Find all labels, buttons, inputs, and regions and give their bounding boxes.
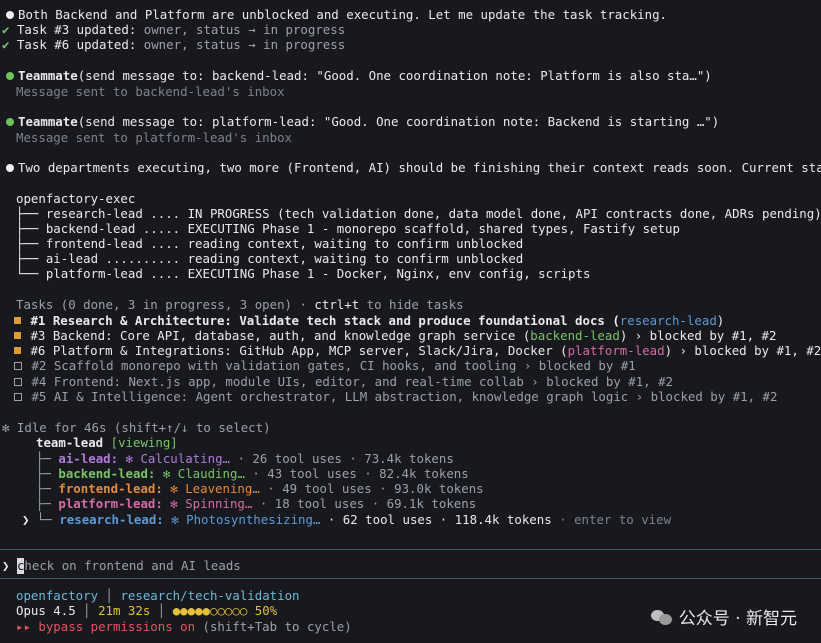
tree-item: └── platform-lead .... EXECUTING Phase 1… xyxy=(16,266,591,281)
teammate-call: Teammate(send message to: backend-lead: … xyxy=(2,68,712,84)
in-progress-icon xyxy=(14,347,21,354)
member-stats: · 43 tool uses · 82.4k tokens xyxy=(244,466,469,481)
member-name: frontend-lead: xyxy=(58,481,163,496)
member-status: ✻ Clauding… xyxy=(162,466,245,481)
bullet-icon xyxy=(6,10,14,19)
message-line: Two departments executing, two more (Fro… xyxy=(2,160,821,176)
team-lead-row[interactable]: team-lead [viewing] xyxy=(36,435,178,451)
tree-branch: ├─ xyxy=(36,481,59,496)
tree-root: openfactory-exec xyxy=(16,191,136,206)
member-status: ✻ Calculating… xyxy=(125,451,230,466)
member-status: ✻ Photosynthesizing… xyxy=(171,512,321,527)
team-member-row[interactable]: ├─ backend-lead: ✻ Clauding… · 43 tool u… xyxy=(36,466,469,482)
team-member-row[interactable]: ├─ frontend-lead: ✻ Leavening… · 49 tool… xyxy=(36,481,484,497)
message-line: Both Backend and Platform are unblocked … xyxy=(2,7,667,23)
task-item[interactable]: #2 Scaffold monorepo with validation gat… xyxy=(12,358,636,374)
prompt-input[interactable]: ❯ check on frontend and AI leads xyxy=(2,558,241,574)
in-progress-icon xyxy=(14,332,21,339)
tree-branch: └─ xyxy=(36,512,60,527)
tasks-header: Tasks (0 done, 3 in progress, 3 open) · … xyxy=(16,297,464,312)
member-status: ✻ Spinning… xyxy=(170,496,253,511)
open-task-icon xyxy=(14,392,22,401)
team-member-row[interactable]: ❯ └─ research-lead: ✻ Photosynthesizing…… xyxy=(22,512,671,528)
task-update-line: ✔ Task #3 updated: owner, status → in pr… xyxy=(2,22,346,37)
teammate-result: Message sent to backend-lead's inbox xyxy=(16,84,285,99)
status-dot-icon xyxy=(6,71,14,80)
fast-forward-icon: ▸▸ xyxy=(16,619,31,634)
bullet-icon xyxy=(6,163,14,172)
check-icon: ✔ xyxy=(2,22,10,37)
member-stats: · 18 tool uses · 69.1k tokens xyxy=(252,496,477,511)
watermark: 公众号 · 新智元 xyxy=(650,604,797,629)
permissions-line[interactable]: ▸▸ bypass permissions on (shift+Tab to c… xyxy=(16,619,352,635)
open-task-icon xyxy=(14,377,22,386)
member-name: research-lead: xyxy=(59,512,164,527)
context-progress-icon: ●●●●●○○○○○ xyxy=(172,603,248,618)
tree-branch: ├─ xyxy=(36,496,59,511)
tree-item: ├── research-lead .... IN PROGRESS (tech… xyxy=(16,206,821,221)
member-stats: · 62 tool uses · 118.4k tokens xyxy=(320,512,552,527)
member-status: ✻ Leavening… xyxy=(170,481,260,496)
member-name: platform-lead: xyxy=(58,496,163,511)
member-name: ai-lead: xyxy=(58,451,119,466)
task-item[interactable]: #3 Backend: Core API, database, auth, an… xyxy=(12,328,776,344)
tree-item: ├── frontend-lead .... reading context, … xyxy=(16,236,524,251)
check-icon: ✔ xyxy=(2,37,10,52)
prompt-chevron-icon: ❯ xyxy=(2,558,10,573)
status-line-1: openfactory │ research/tech-validation xyxy=(16,588,300,603)
teammate-call: Teammate(send message to: platform-lead:… xyxy=(2,114,719,130)
task-item[interactable]: #4 Frontend: Next.js app, module UIs, ed… xyxy=(12,374,673,390)
task-item[interactable]: #6 Platform & Integrations: GitHub App, … xyxy=(12,343,821,359)
tree-branch: ├─ xyxy=(36,466,59,481)
status-line-2: Opus 4.5 │ 21m 32s │ ●●●●●○○○○○ 50% xyxy=(16,603,278,618)
wechat-icon xyxy=(650,608,673,626)
selection-chevron-icon: ❯ xyxy=(22,512,37,527)
in-progress-icon xyxy=(14,317,21,324)
member-hint: · enter to view xyxy=(551,512,672,527)
task-update-line: ✔ Task #6 updated: owner, status → in pr… xyxy=(2,37,346,52)
idle-status: ✻ Idle for 46s (shift+↑/↓ to select) xyxy=(2,420,271,435)
tree-branch: ├─ xyxy=(36,451,59,466)
status-dot-icon xyxy=(6,117,14,126)
tree-item: ├── ai-lead .......... reading context, … xyxy=(16,251,524,266)
member-name: backend-lead: xyxy=(58,466,156,481)
member-stats: · 49 tool uses · 93.0k tokens xyxy=(259,481,484,496)
teammate-result: Message sent to platform-lead's inbox xyxy=(16,130,293,145)
input-top-divider xyxy=(0,549,821,550)
task-item[interactable]: #1 Research & Architecture: Validate tec… xyxy=(12,313,724,329)
task-item[interactable]: #5 AI & Intelligence: Agent orchestrator… xyxy=(12,389,777,405)
tree-item: ├── backend-lead ..... EXECUTING Phase 1… xyxy=(16,221,680,236)
member-stats: · 26 tool uses · 73.4k tokens xyxy=(229,451,454,466)
open-task-icon xyxy=(14,361,22,370)
input-bottom-divider xyxy=(0,578,821,579)
team-member-row[interactable]: ├─ ai-lead: ✻ Calculating… · 26 tool use… xyxy=(36,451,454,467)
team-member-row[interactable]: ├─ platform-lead: ✻ Spinning… · 18 tool … xyxy=(36,496,476,512)
